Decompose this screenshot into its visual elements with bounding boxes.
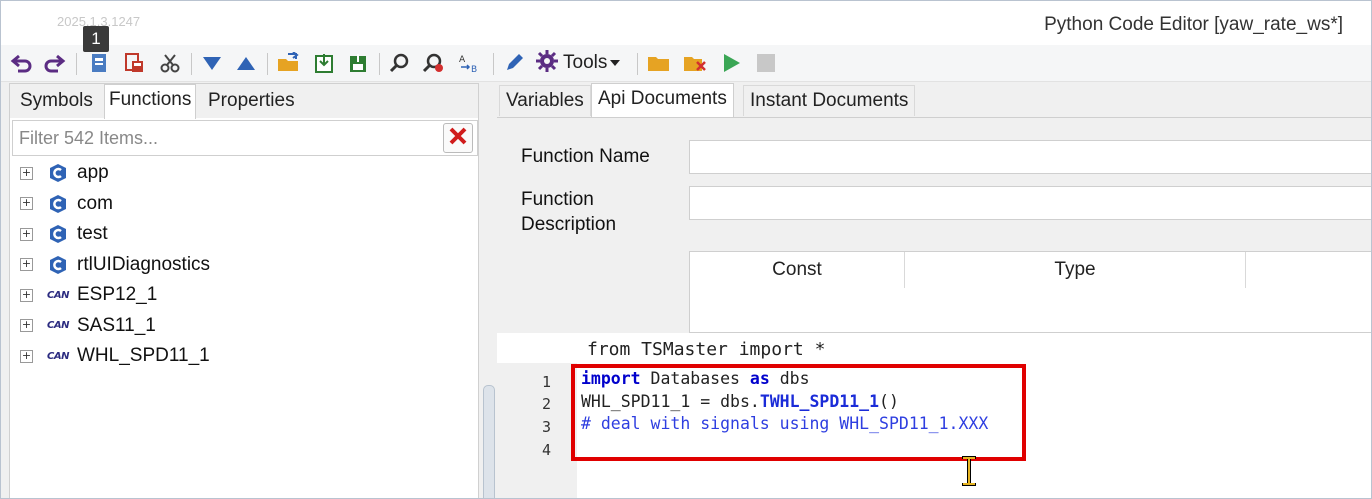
expand-icon[interactable]: + xyxy=(20,166,33,180)
cut-icon[interactable] xyxy=(157,51,183,75)
line-number-gutter: 1 2 3 4 xyxy=(497,363,577,498)
toolbar: AB Tools xyxy=(1,45,1371,82)
can-icon: CAN xyxy=(47,320,69,332)
python-module-icon xyxy=(47,254,69,276)
tree-node-label: com xyxy=(77,192,113,214)
left-panel: Symbols Functions Properties + app + com xyxy=(9,83,479,498)
grid-header-type[interactable]: Type xyxy=(905,252,1246,288)
api-documents-panel: Function Name Function Description Const… xyxy=(497,117,1371,368)
tree-node-esp12[interactable]: + CAN ESP12_1 xyxy=(20,280,210,311)
function-name-label: Function Name xyxy=(521,146,650,167)
stop-icon[interactable] xyxy=(753,51,779,75)
grid-header-const[interactable]: Const xyxy=(690,252,905,288)
left-tabs: Symbols Functions Properties xyxy=(10,84,478,119)
tree-node-label: test xyxy=(77,223,108,245)
tab-functions[interactable]: Functions xyxy=(104,84,197,119)
tab-instant-documents[interactable]: Instant Documents xyxy=(743,85,916,116)
tree-node-app[interactable]: + app xyxy=(20,158,210,189)
import-header-line: from TSMaster import * xyxy=(497,333,1371,363)
import-icon[interactable] xyxy=(345,51,371,75)
python-module-icon xyxy=(47,162,69,184)
text-cursor-icon xyxy=(959,455,979,487)
tab-api-documents[interactable]: Api Documents xyxy=(591,83,734,118)
find-replace-icon[interactable] xyxy=(421,51,447,75)
export-icon[interactable] xyxy=(311,51,337,75)
close-icon xyxy=(449,127,467,150)
tools-label: Tools xyxy=(563,52,608,73)
expand-icon[interactable]: + xyxy=(20,349,33,363)
chevron-down-icon xyxy=(610,54,621,72)
expand-icon[interactable]: + xyxy=(20,197,33,211)
function-description-field[interactable] xyxy=(689,186,1371,220)
spell-check-icon[interactable]: AB xyxy=(457,51,485,75)
edit-icon[interactable] xyxy=(501,51,527,75)
expand-icon[interactable]: + xyxy=(20,288,33,302)
import-header-text: from TSMaster import * xyxy=(587,339,826,360)
title-bar: 2025.1.3.1247 Python Code Editor [yaw_ra… xyxy=(1,1,1371,45)
function-tree: + app + com + test + rtlUIDiagnostics + xyxy=(20,158,210,372)
tools-menu-button[interactable]: Tools xyxy=(535,49,631,78)
svg-text:B: B xyxy=(471,65,477,74)
function-description-label-1: Function xyxy=(521,189,594,210)
move-up-icon[interactable] xyxy=(233,51,259,75)
python-module-icon xyxy=(47,193,69,215)
tree-node-label: app xyxy=(77,162,109,184)
expand-icon[interactable]: + xyxy=(20,319,33,333)
save-as-icon[interactable] xyxy=(121,51,147,75)
tree-node-label: ESP12_1 xyxy=(77,284,158,306)
line-number: 2 xyxy=(541,395,551,413)
vertical-scrollbar[interactable] xyxy=(483,385,495,498)
function-description-label-2: Description xyxy=(521,214,617,235)
tree-node-label: rtlUIDiagnostics xyxy=(77,253,211,275)
tab-symbols[interactable]: Symbols xyxy=(16,86,97,116)
filter-input[interactable] xyxy=(13,121,445,155)
clear-filter-button[interactable] xyxy=(443,123,473,153)
run-icon[interactable] xyxy=(717,51,745,75)
line-number: 4 xyxy=(541,441,551,459)
tooltip-badge: 1 xyxy=(83,26,109,52)
gear-icon xyxy=(535,49,559,78)
open-folder-icon[interactable] xyxy=(275,51,303,75)
save-icon[interactable] xyxy=(87,51,111,75)
python-module-icon xyxy=(47,223,69,245)
tree-node-com[interactable]: + com xyxy=(20,189,210,220)
redo-icon[interactable] xyxy=(41,51,67,75)
tab-properties[interactable]: Properties xyxy=(204,86,299,116)
app-window: 2025.1.3.1247 Python Code Editor [yaw_ra… xyxy=(0,0,1372,499)
tab-variables[interactable]: Variables xyxy=(499,85,591,116)
folder-icon[interactable] xyxy=(645,51,673,75)
expand-icon[interactable]: + xyxy=(20,227,33,241)
svg-text:A: A xyxy=(459,55,466,65)
filter-box xyxy=(12,120,478,156)
undo-icon[interactable] xyxy=(9,51,35,75)
line-number: 3 xyxy=(541,418,551,436)
find-icon[interactable] xyxy=(387,51,413,75)
highlight-box xyxy=(571,364,1026,461)
tree-node-whl-spd11[interactable]: + CAN WHL_SPD11_1 xyxy=(20,341,210,372)
expand-icon[interactable]: + xyxy=(20,258,33,272)
tree-node-test[interactable]: + test xyxy=(20,219,210,250)
line-number: 1 xyxy=(541,373,551,391)
tree-node-rtluidiagnostics[interactable]: + rtlUIDiagnostics xyxy=(20,250,210,281)
parameter-grid: Const Type xyxy=(689,251,1371,333)
clear-icon[interactable] xyxy=(681,51,709,75)
tree-node-label: SAS11_1 xyxy=(77,314,156,336)
can-icon: CAN xyxy=(47,289,69,301)
move-down-icon[interactable] xyxy=(199,51,225,75)
can-icon: CAN xyxy=(47,350,69,362)
function-name-field[interactable] xyxy=(689,140,1371,174)
tree-node-sas11[interactable]: + CAN SAS11_1 xyxy=(20,311,210,342)
window-title: Python Code Editor [yaw_rate_ws*] xyxy=(1044,14,1343,35)
tree-node-label: WHL_SPD11_1 xyxy=(77,345,210,367)
